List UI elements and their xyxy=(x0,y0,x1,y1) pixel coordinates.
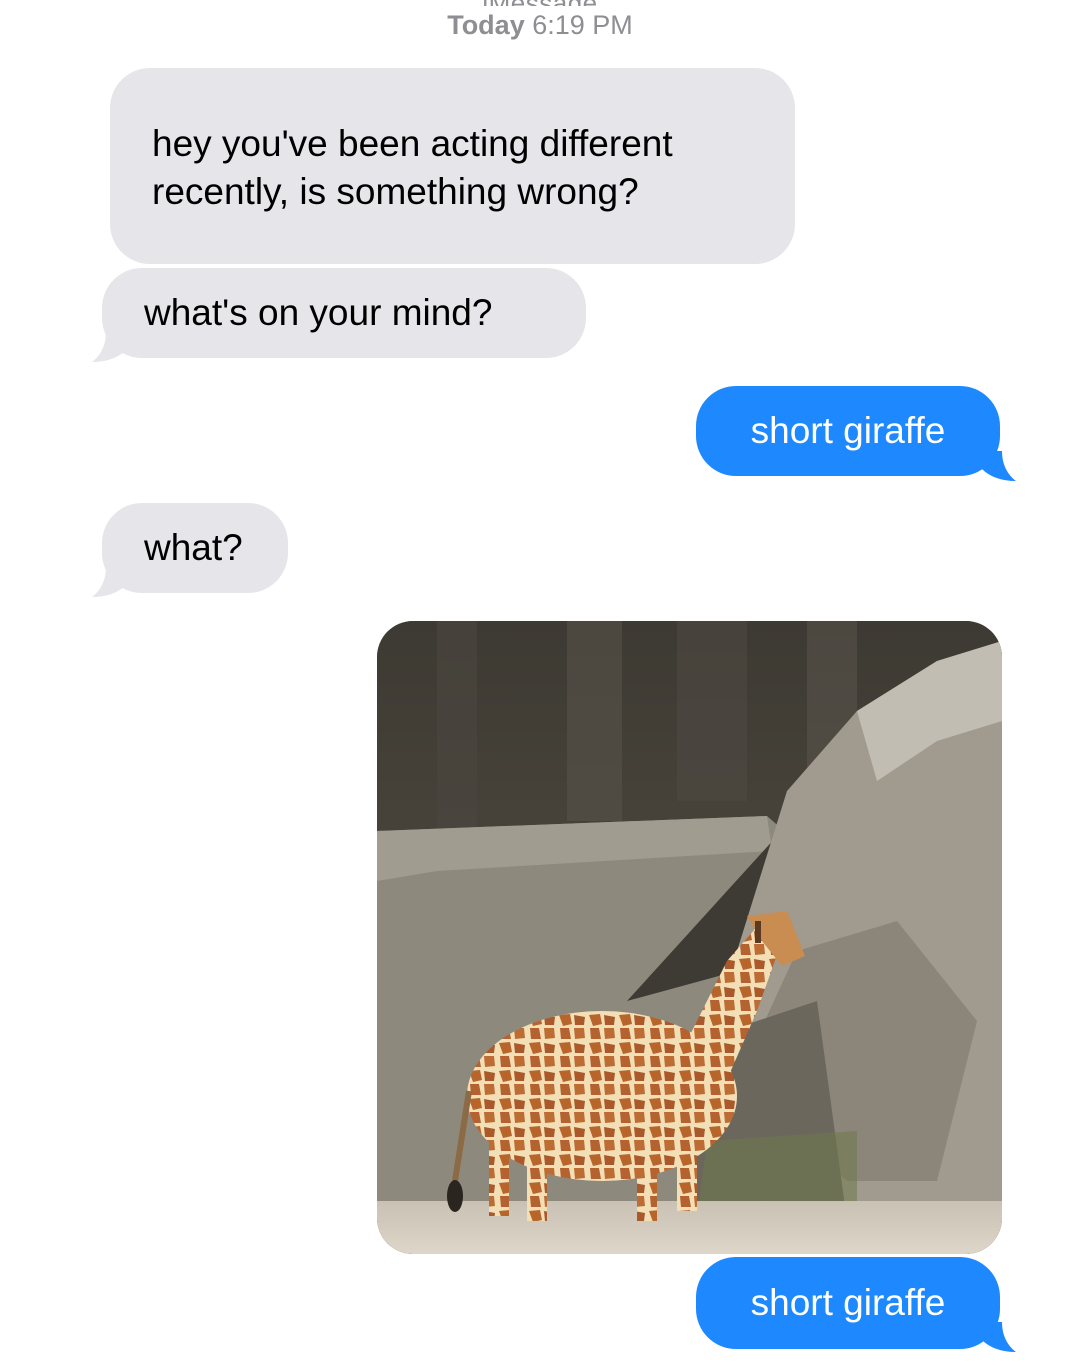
received-message-bubble[interactable]: hey you've been acting different recentl… xyxy=(110,68,795,264)
giraffe-photo xyxy=(377,621,1002,1254)
sent-message-bubble[interactable]: short giraffe xyxy=(696,386,1000,476)
message-text: short giraffe xyxy=(750,1282,946,1323)
message-text: what? xyxy=(144,527,243,568)
received-message-bubble[interactable]: what's on your mind? xyxy=(102,268,586,358)
timestamp-time: 6:19 PM xyxy=(532,10,633,40)
message-text: what's on your mind? xyxy=(144,292,493,333)
conversation-timestamp: Today 6:19 PM xyxy=(0,8,1080,42)
giraffe-photo-attachment[interactable] xyxy=(377,621,1002,1254)
sent-message-bubble[interactable]: short giraffe xyxy=(696,1257,1000,1349)
received-message-bubble[interactable]: what? xyxy=(102,503,288,593)
message-text: hey you've been acting different recentl… xyxy=(152,123,673,212)
service-header: iMessage xyxy=(0,0,1080,6)
timestamp-day: Today xyxy=(447,10,525,40)
message-text: short giraffe xyxy=(750,410,946,451)
